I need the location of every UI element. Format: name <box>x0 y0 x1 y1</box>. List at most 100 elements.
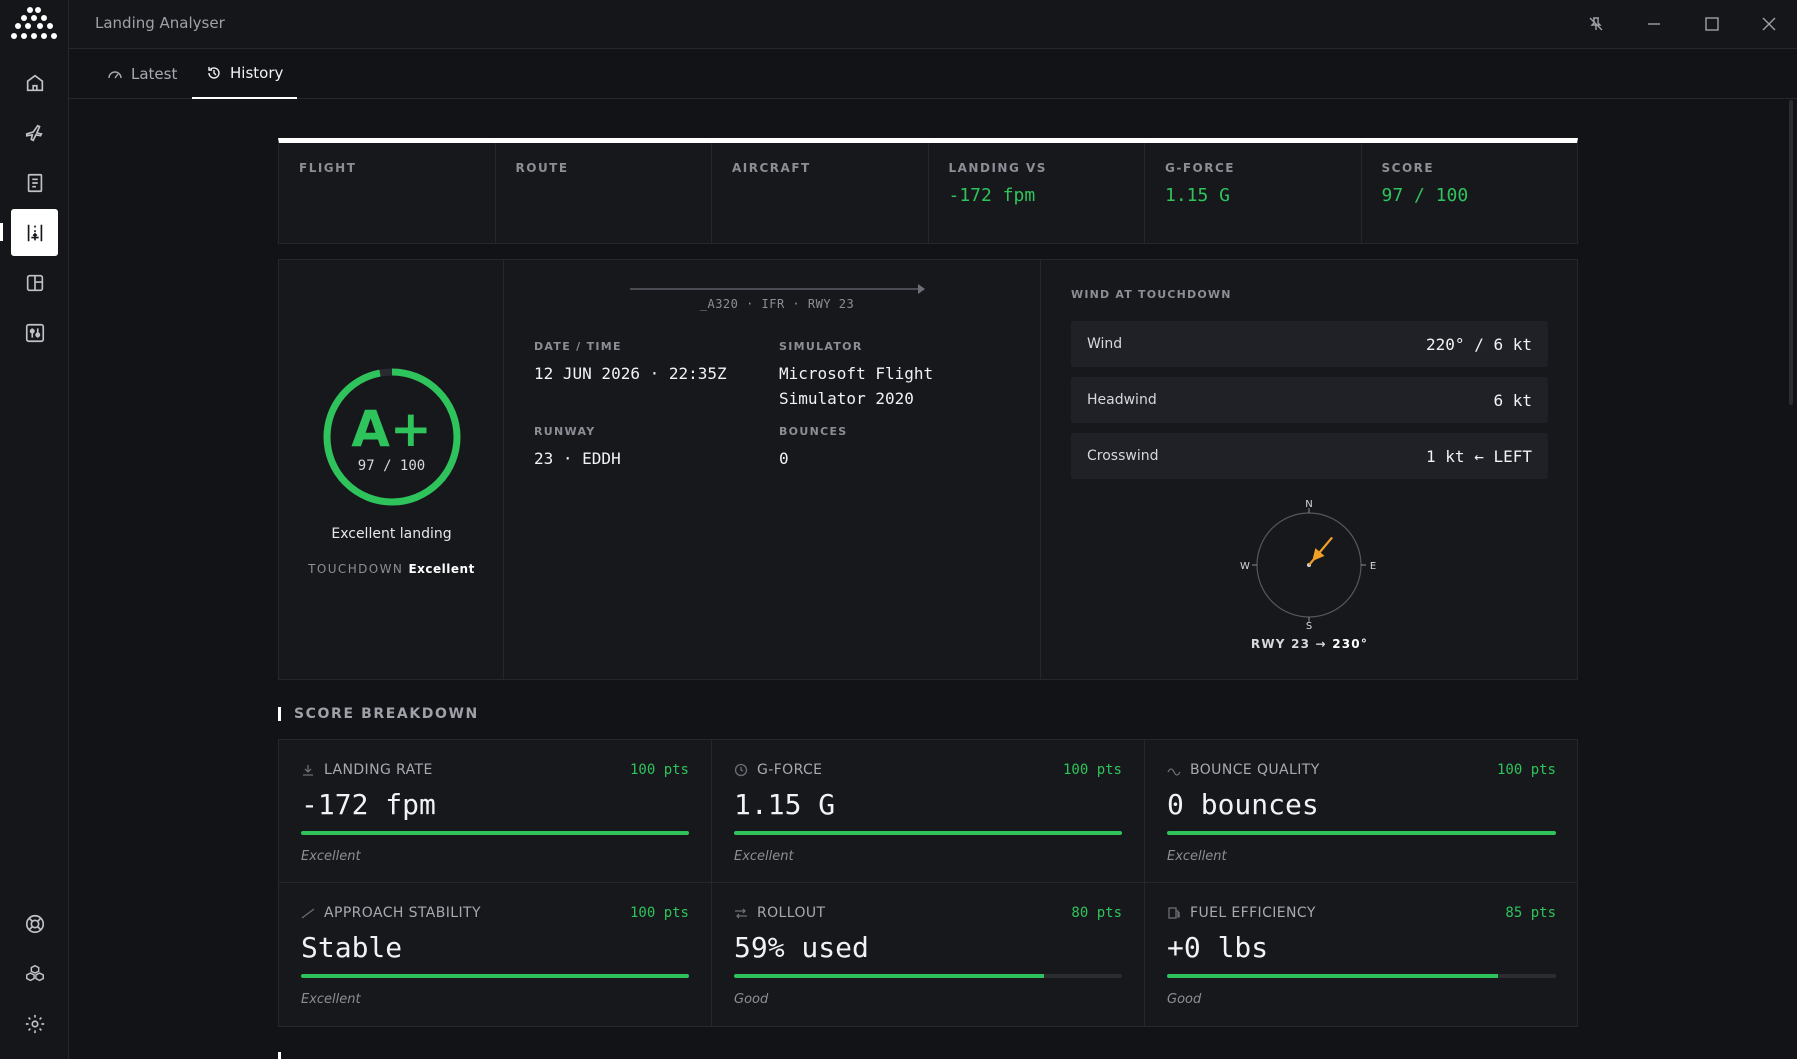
wind-row: Wind 220° / 6 kt <box>1071 321 1548 367</box>
route-line <box>630 288 924 290</box>
tab-bar: Latest History <box>69 49 1797 99</box>
nav-rail <box>0 0 69 1059</box>
logbook-icon <box>27 173 42 192</box>
compass-north: N <box>1305 500 1312 510</box>
maximize-icon <box>1705 17 1719 31</box>
tab-latest-label: Latest <box>131 65 178 83</box>
metric-value: Stable <box>301 931 403 964</box>
datetime-label: DATE / TIME <box>534 340 622 353</box>
close-button[interactable] <box>1757 12 1781 36</box>
nav-flights[interactable] <box>11 109 58 156</box>
metric-bar-fill <box>734 974 1045 978</box>
summary-score-label: SCORE <box>1381 161 1435 175</box>
summary-score-value: 97 / 100 <box>1381 185 1469 206</box>
lifebuoy-icon <box>25 914 44 933</box>
nav-map[interactable] <box>11 259 58 306</box>
metric-points: 85 pts <box>1505 905 1556 921</box>
simulator-label: SIMULATOR <box>779 340 863 353</box>
metric-fuel-efficiency: FUEL EFFICIENCY 85 pts +0 lbs Good <box>1145 883 1578 1026</box>
metric-points: 100 pts <box>629 905 689 921</box>
route-subtitle: _A320 · IFR · RWY 23 <box>699 297 855 311</box>
runway-heading-value: 230° <box>1332 637 1369 651</box>
runway-value: 23 · EDDH <box>534 449 621 468</box>
datetime-value: 12 JUN 2026 · 22:35Z <box>534 364 727 383</box>
nav-support[interactable] <box>11 900 58 947</box>
minimize-button[interactable] <box>1642 12 1666 36</box>
metric-rollout: ROLLOUT 80 pts 59% used Good <box>712 883 1145 1026</box>
map-book-icon <box>26 274 43 291</box>
touchdown-value: Excellent <box>408 562 475 576</box>
metric-points: 80 pts <box>1071 905 1122 921</box>
sliders-icon <box>25 323 44 342</box>
metric-approach-stability: APPROACH STABILITY 100 pts Stable Excell… <box>279 883 712 1026</box>
touchdown-label: TOUCHDOWN <box>308 562 404 576</box>
metric-rating: Excellent <box>734 849 794 864</box>
wave-icon <box>1167 768 1181 776</box>
metric-bar-fill <box>1167 974 1498 978</box>
metric-rating: Excellent <box>301 992 361 1007</box>
metric-bar <box>301 974 689 978</box>
nav-extensions[interactable] <box>11 950 58 997</box>
metric-landing-rate: LANDING RATE 100 pts -172 fpm Excellent <box>279 740 712 883</box>
summary-landing-vs-value: -172 fpm <box>948 185 1036 206</box>
compass-south: S <box>1306 621 1312 630</box>
nav-settings-panel[interactable] <box>11 309 58 356</box>
arrows-icon <box>735 908 747 919</box>
headwind-row: Headwind 6 kt <box>1071 377 1548 423</box>
tab-latest[interactable]: Latest <box>93 49 191 99</box>
tab-history[interactable]: History <box>192 49 298 99</box>
metric-bounce-quality: BOUNCE QUALITY 100 pts 0 bounces Excelle… <box>1145 740 1578 883</box>
metric-value: 1.15 G <box>734 788 836 821</box>
slope-icon <box>301 908 315 919</box>
metric-bar <box>1167 974 1556 978</box>
bounces-field: BOUNCES 0 <box>779 425 1009 471</box>
metric-value: +0 lbs <box>1167 931 1269 964</box>
scrollbar-thumb[interactable] <box>1789 100 1793 405</box>
minimize-icon <box>1648 23 1660 25</box>
metric-name: FUEL EFFICIENCY <box>1190 905 1316 921</box>
summary-landing-vs: LANDING VS -172 fpm <box>929 143 1145 243</box>
metric-bar-fill <box>301 831 689 835</box>
summary-landing-vs-label: LANDING VS <box>948 161 1047 175</box>
gauge-icon <box>108 71 122 79</box>
summary-g-force-value: 1.15 G <box>1165 185 1231 206</box>
title-bar: Landing Analyser <box>69 0 1797 49</box>
home-icon <box>26 74 43 91</box>
compass-east: E <box>1370 561 1376 572</box>
grade-panel: A+ 97 / 100 Excellent landing TOUCHDOWN … <box>279 260 504 679</box>
nav-landing-analyser[interactable] <box>11 209 58 256</box>
metric-rating: Excellent <box>301 849 361 864</box>
history-icon <box>208 67 220 79</box>
metric-rating: Good <box>734 992 769 1007</box>
cubes-icon <box>25 964 44 981</box>
summary-aircraft-label: AIRCRAFT <box>732 161 811 175</box>
download-icon <box>303 765 313 776</box>
runway-field: RUNWAY 23 · EDDH <box>534 425 764 471</box>
active-indicator <box>0 223 3 241</box>
metric-bar <box>734 974 1122 978</box>
clock-icon <box>734 763 748 777</box>
tab-history-label: History <box>230 64 284 82</box>
simulator-field: SIMULATOR Microsoft Flight Simulator 202… <box>779 340 1009 411</box>
headwind-row-label: Headwind <box>1087 392 1157 408</box>
landing-detail-card: A+ 97 / 100 Excellent landing TOUCHDOWN … <box>278 259 1578 680</box>
metric-rating: Excellent <box>1167 849 1227 864</box>
metric-rating: Good <box>1167 992 1202 1007</box>
nav-settings[interactable] <box>11 1000 58 1047</box>
fuel-icon <box>1168 907 1180 919</box>
summary-flight-label: FLIGHT <box>299 161 357 175</box>
wind-row-value: 220° / 6 kt <box>1426 334 1532 354</box>
maximize-button[interactable] <box>1700 12 1724 36</box>
route-arrowhead <box>918 284 925 294</box>
nav-home[interactable] <box>11 59 58 106</box>
summary-route-label: ROUTE <box>515 161 569 175</box>
score-breakdown-title: SCORE BREAKDOWN <box>278 707 479 721</box>
unpin-button[interactable] <box>1584 12 1608 36</box>
metric-bar-fill <box>734 831 1122 835</box>
wind-row-label: Wind <box>1087 336 1123 352</box>
summary-flight: FLIGHT <box>279 143 496 243</box>
nav-logbook[interactable] <box>11 159 58 206</box>
pin-off-icon <box>1589 17 1603 31</box>
bounces-value: 0 <box>779 449 789 468</box>
score-breakdown-grid: LANDING RATE 100 pts -172 fpm Excellent … <box>278 739 1578 1027</box>
